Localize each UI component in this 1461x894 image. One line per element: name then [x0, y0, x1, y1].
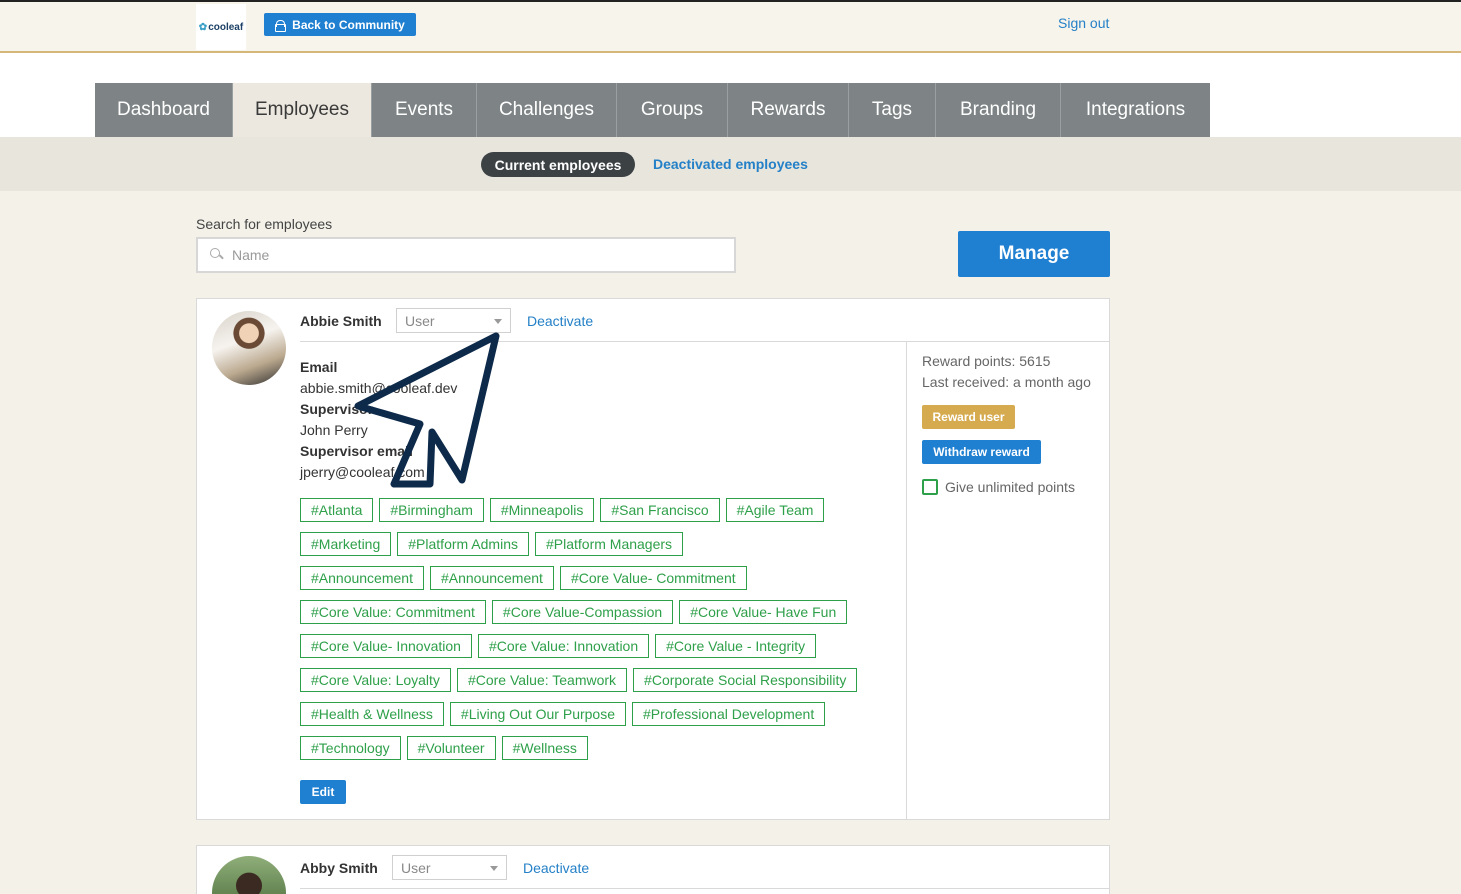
- tag-row: #Core Value: Loyalty #Core Value: Teamwo…: [300, 668, 900, 692]
- tag[interactable]: #Health & Wellness: [300, 702, 444, 726]
- unlimited-points-checkbox[interactable]: [922, 479, 938, 495]
- tab-tags[interactable]: Tags: [849, 83, 936, 137]
- employee-info: Email abbie.smith@cooleaf.dev Supervisor…: [300, 357, 457, 483]
- tag[interactable]: #Wellness: [501, 736, 588, 760]
- back-to-community-button[interactable]: Back to Community: [264, 13, 416, 36]
- tag-row: #Atlanta #Birmingham #Minneapolis #San F…: [300, 498, 900, 522]
- tag[interactable]: #Core Value: Teamwork: [456, 668, 628, 692]
- leaf-icon: ✿: [198, 21, 208, 33]
- tag[interactable]: #Core Value- Commitment: [559, 566, 747, 590]
- chevron-down-icon: [490, 866, 498, 871]
- employee-name: Abbie Smith: [300, 313, 382, 329]
- tag[interactable]: #Announcement: [300, 566, 424, 590]
- tag[interactable]: #Corporate Social Responsibility: [633, 668, 858, 692]
- tag[interactable]: #Core Value: Commitment: [300, 600, 486, 624]
- divider: [906, 342, 907, 820]
- tag[interactable]: #Core Value: Innovation: [477, 634, 650, 658]
- employee-card: Abby Smith User Deactivate: [196, 845, 1110, 894]
- tag[interactable]: #Core Value - Integrity: [655, 634, 817, 658]
- supervisor-email-label: Supervisor email: [300, 443, 413, 459]
- tag-row: #Health & Wellness #Living Out Our Purpo…: [300, 702, 900, 726]
- employee-name: Abby Smith: [300, 860, 378, 876]
- tag[interactable]: #Living Out Our Purpose: [449, 702, 627, 726]
- unlimited-points-label: Give unlimited points: [945, 479, 1075, 495]
- search-label: Search for employees: [196, 216, 333, 232]
- manage-button[interactable]: Manage: [958, 231, 1110, 277]
- unlimited-points-option[interactable]: Give unlimited points: [922, 479, 1102, 495]
- tab-employees[interactable]: Employees: [233, 83, 372, 137]
- tag[interactable]: #Minneapolis: [489, 498, 595, 522]
- tag[interactable]: #Announcement: [429, 566, 554, 590]
- role-select-value: User: [405, 313, 435, 329]
- back-to-community-label: Back to Community: [292, 17, 405, 32]
- tag-row: #Core Value- Innovation #Core Value: Inn…: [300, 634, 900, 658]
- tag[interactable]: #Core Value-Compassion: [491, 600, 674, 624]
- tag-row: #Core Value: Commitment #Core Value-Comp…: [300, 600, 900, 624]
- reward-user-button[interactable]: Reward user: [922, 405, 1015, 429]
- lock-icon: [275, 19, 287, 32]
- tab-integrations[interactable]: Integrations: [1061, 83, 1210, 137]
- tag[interactable]: #Platform Admins: [397, 532, 529, 556]
- nav-band: Dashboard Employees Events Challenges Gr…: [0, 53, 1461, 137]
- avatar: [212, 311, 286, 385]
- tag[interactable]: #Professional Development: [632, 702, 826, 726]
- search-icon: [210, 248, 222, 260]
- role-select[interactable]: User: [392, 855, 507, 880]
- tab-dashboard[interactable]: Dashboard: [95, 83, 233, 137]
- tag-row: #Marketing #Platform Admins #Platform Ma…: [300, 532, 900, 556]
- tag[interactable]: #Atlanta: [300, 498, 374, 522]
- tag[interactable]: #Core Value: Loyalty: [300, 668, 451, 692]
- tag[interactable]: #Core Value- Innovation: [300, 634, 472, 658]
- divider: [300, 888, 1110, 889]
- email-label: Email: [300, 359, 338, 375]
- employee-card: Abbie Smith User Deactivate Email abbie.…: [196, 298, 1110, 820]
- deactivate-link[interactable]: Deactivate: [523, 860, 589, 876]
- reward-points: Reward points: 5615: [922, 353, 1051, 369]
- tag[interactable]: #Birmingham: [379, 498, 484, 522]
- tab-events[interactable]: Events: [372, 83, 477, 137]
- tag[interactable]: #San Francisco: [600, 498, 720, 522]
- tag[interactable]: #Volunteer: [406, 736, 496, 760]
- tag[interactable]: #Platform Managers: [534, 532, 684, 556]
- tag[interactable]: #Core Value- Have Fun: [679, 600, 848, 624]
- chevron-down-icon: [494, 319, 502, 324]
- tag[interactable]: #Technology: [300, 736, 401, 760]
- avatar: [212, 856, 286, 894]
- tag-list: #Atlanta #Birmingham #Minneapolis #San F…: [300, 498, 900, 770]
- last-received: Last received: a month ago: [922, 374, 1091, 390]
- tag-row: #Announcement #Announcement #Core Value-…: [300, 566, 900, 590]
- logo-text: cooleaf: [208, 21, 244, 33]
- deactivated-employees-tab[interactable]: Deactivated employees: [653, 156, 808, 172]
- sign-out-link[interactable]: Sign out: [1058, 15, 1109, 31]
- tab-challenges[interactable]: Challenges: [477, 83, 617, 137]
- tab-rewards[interactable]: Rewards: [728, 83, 849, 137]
- current-employees-tab[interactable]: Current employees: [481, 152, 635, 177]
- tag[interactable]: #Agile Team: [725, 498, 825, 522]
- deactivate-link[interactable]: Deactivate: [527, 313, 593, 329]
- tab-groups[interactable]: Groups: [617, 83, 728, 137]
- withdraw-reward-button[interactable]: Withdraw reward: [922, 440, 1041, 464]
- supervisor-label: Supervisor: [300, 401, 374, 417]
- tag[interactable]: #Marketing: [300, 532, 392, 556]
- employee-subnav: Current employees Deactivated employees: [0, 137, 1461, 191]
- main-nav: Dashboard Employees Events Challenges Gr…: [95, 83, 1210, 137]
- supervisor-value: John Perry: [300, 422, 368, 438]
- tag-row: #Technology #Volunteer #Wellness: [300, 736, 900, 760]
- role-select[interactable]: User: [396, 308, 511, 333]
- email-value: abbie.smith@cooleaf.dev: [300, 380, 458, 396]
- role-select-value: User: [401, 860, 431, 876]
- search-input[interactable]: [232, 245, 712, 265]
- top-bar: ✿ cooleaf Back to Community Sign out: [0, 0, 1461, 53]
- tab-branding[interactable]: Branding: [936, 83, 1061, 137]
- cooleaf-logo[interactable]: ✿ cooleaf: [196, 4, 246, 50]
- search-box: [196, 237, 736, 273]
- edit-button[interactable]: Edit: [300, 780, 346, 804]
- supervisor-email-value: jperry@cooleaf.com: [300, 464, 425, 480]
- divider: [300, 341, 1110, 342]
- reward-panel: Reward points: 5615 Last received: a mon…: [922, 351, 1102, 495]
